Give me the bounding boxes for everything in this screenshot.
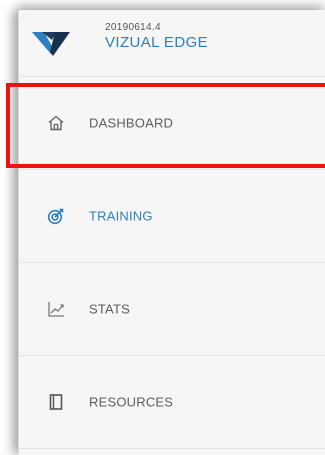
sidebar-item-label: TRAINING (89, 208, 153, 224)
vizual-edge-logo-icon (32, 32, 70, 56)
sidebar-item-resources[interactable]: RESOURCES (19, 356, 325, 449)
sidebar-item-label: STATS (89, 301, 130, 317)
sidebar-item-training[interactable]: TRAINING (19, 170, 325, 263)
brand-header[interactable]: 20190614.4 VIZUAL EDGE (19, 10, 325, 77)
sidebar-nav: DASHBOARD TRAINING STATS RESOURCES (19, 77, 325, 449)
sidebar-item-stats[interactable]: STATS (19, 263, 325, 356)
brand-name: VIZUAL EDGE (105, 34, 209, 51)
app-version: 20190614.4 (105, 22, 161, 33)
sidebar-item-dashboard[interactable]: DASHBOARD (19, 77, 325, 170)
home-icon (45, 112, 67, 134)
book-icon (45, 391, 67, 413)
target-icon (45, 205, 67, 227)
sidebar-item-label: DASHBOARD (89, 115, 174, 131)
sidebar-item-label: RESOURCES (89, 394, 174, 410)
chart-line-icon (45, 298, 67, 320)
sidebar: 20190614.4 VIZUAL EDGE DASHBOARD TRAININ… (18, 10, 325, 455)
screenshot-stage: 20190614.4 VIZUAL EDGE DASHBOARD TRAININ… (0, 0, 325, 455)
